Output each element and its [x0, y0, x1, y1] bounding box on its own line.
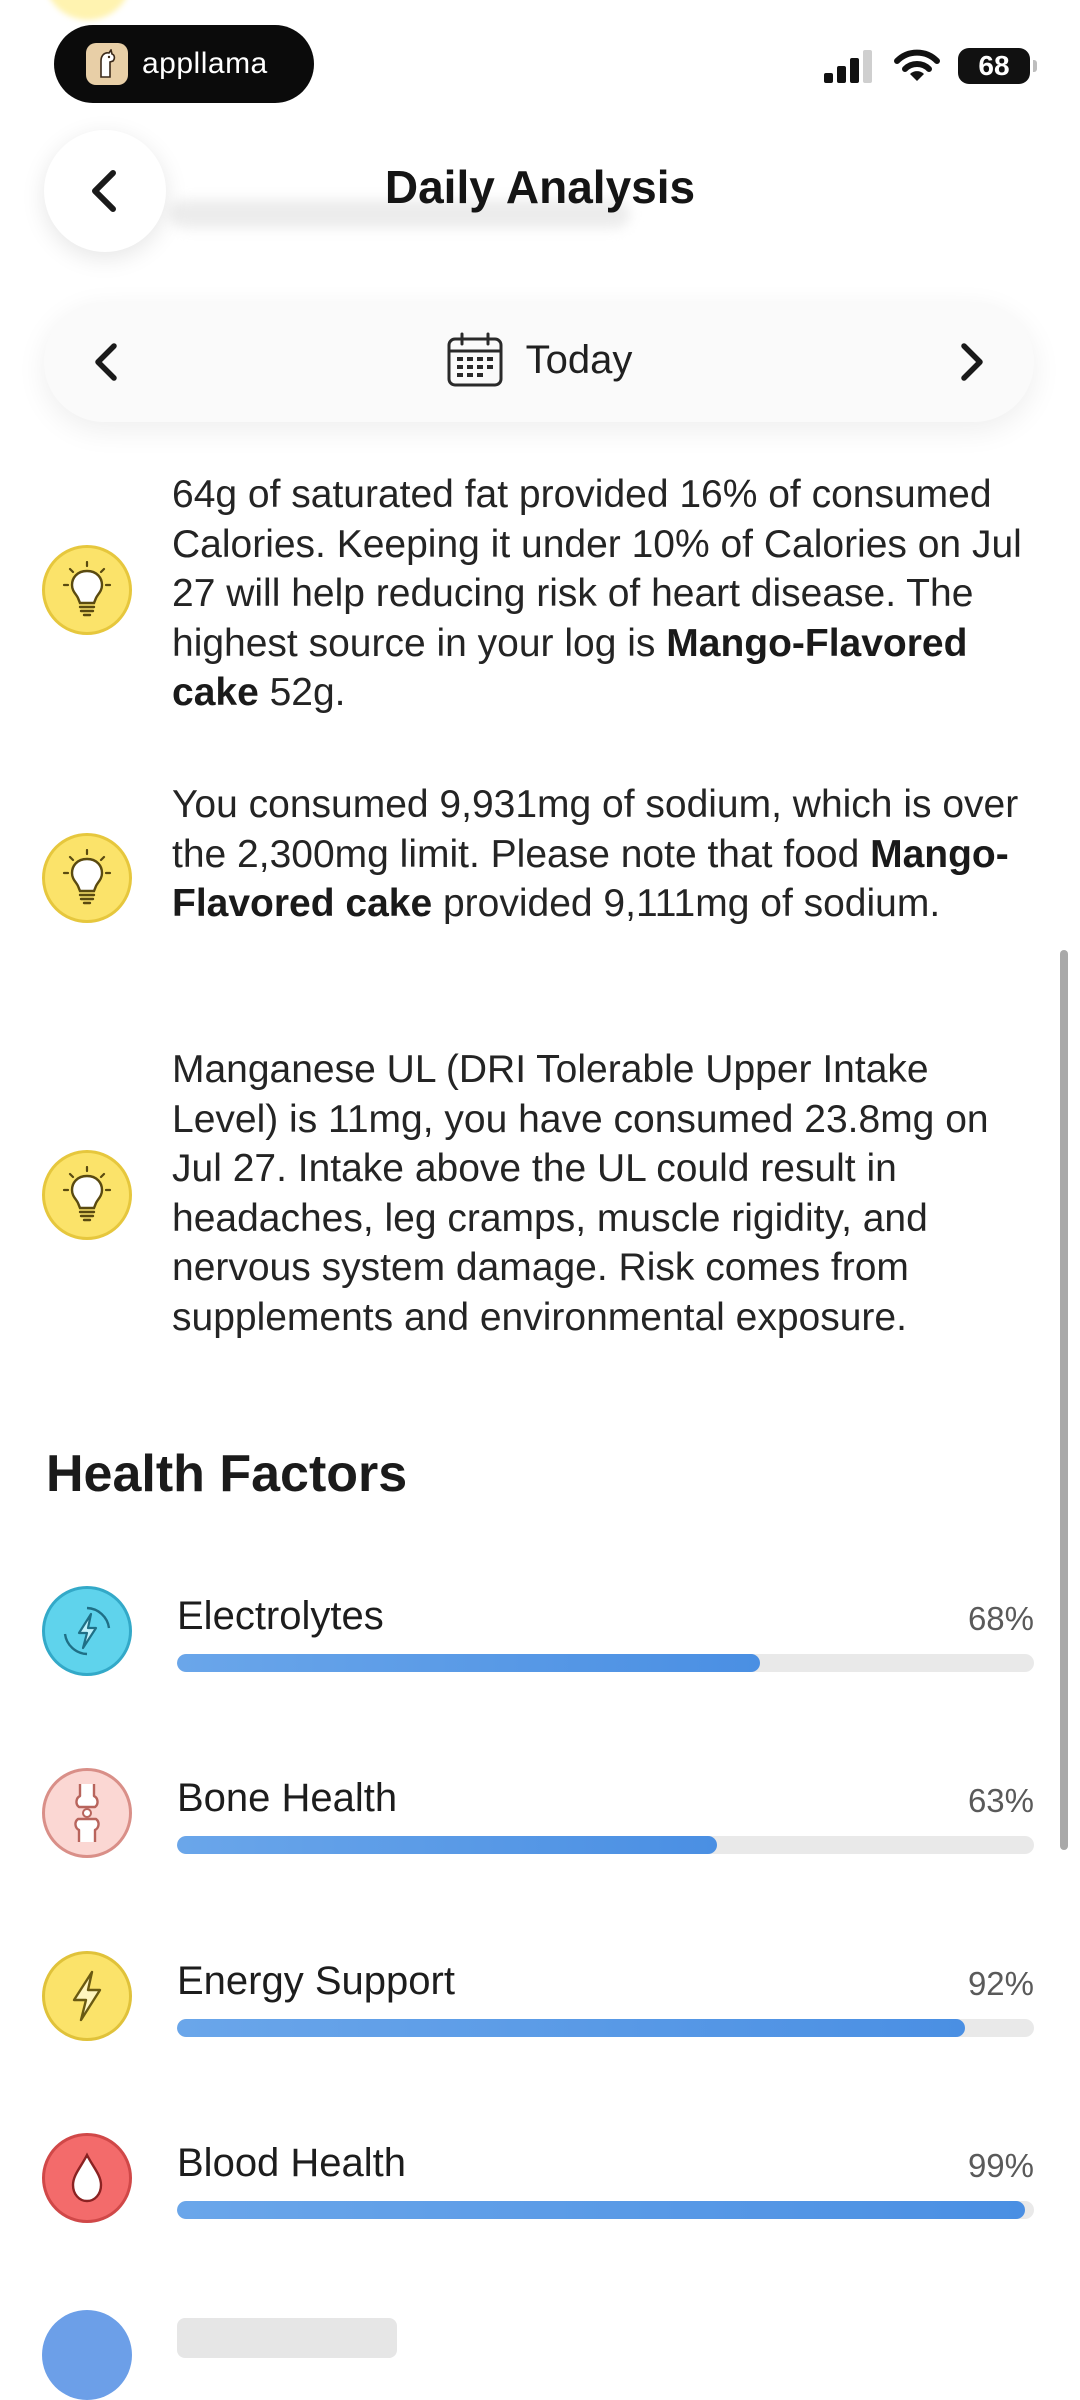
- progress-track: [177, 2019, 1034, 2037]
- next-day-button[interactable]: [946, 338, 994, 386]
- health-factor-energy-support[interactable]: Energy Support 92%: [0, 1951, 1080, 2071]
- date-label: Today: [525, 337, 633, 382]
- lightning-bolt-icon: [42, 1951, 132, 2041]
- calendar-icon: [447, 332, 503, 387]
- next-factor-icon: [42, 2310, 132, 2400]
- factor-name: Bone Health: [177, 1776, 398, 1820]
- progress-track: [177, 1654, 1034, 1672]
- factor-percent: 99%: [967, 2147, 1034, 2184]
- cellular-signal-icon: [824, 50, 872, 83]
- date-selector[interactable]: Today: [44, 332, 1034, 388]
- health-factors-title: Health Factors: [46, 1445, 408, 1503]
- progress-fill: [177, 2201, 1026, 2219]
- lightbulb-icon: [42, 833, 132, 923]
- lightbulb-icon: [42, 1150, 132, 1240]
- next-factor-name-placeholder: [177, 2318, 397, 2358]
- app-name: appllama: [142, 47, 268, 80]
- date-navigator: Today: [44, 302, 1034, 422]
- app-brand-pill: appllama: [54, 25, 314, 103]
- llama-logo-icon: [86, 43, 128, 85]
- wifi-icon: [894, 49, 940, 81]
- insight-text: Manganese UL (DRI Tolerable Upper Intake…: [172, 1048, 989, 1339]
- health-factor-electrolytes[interactable]: Electrolytes 68%: [0, 1586, 1080, 1706]
- progress-fill: [177, 1836, 717, 1854]
- battery-level: 68: [978, 50, 1010, 81]
- battery-indicator: 68: [958, 48, 1037, 84]
- progress-fill: [177, 2019, 966, 2037]
- page-title: Daily Analysis: [384, 161, 696, 213]
- insight-text: You consumed 9,931mg of sodium, which is…: [172, 783, 1019, 925]
- health-factor-bone-health[interactable]: Bone Health 63%: [0, 1768, 1080, 1888]
- blood-drop-icon: [42, 2133, 132, 2223]
- factor-percent: 92%: [967, 1965, 1034, 2002]
- factor-percent: 68%: [967, 1600, 1034, 1637]
- status-bar: appllama 68: [0, 0, 1080, 110]
- factor-name: Blood Health: [177, 2141, 407, 2185]
- factor-name: Electrolytes: [177, 1594, 384, 1638]
- factor-name: Energy Support: [177, 1959, 455, 2003]
- insight-text: 64g of saturated fat provided 16% of con…: [172, 473, 1022, 714]
- progress-track: [177, 1836, 1034, 1854]
- progress-track: [177, 2201, 1034, 2219]
- progress-fill: [177, 1654, 760, 1672]
- lightning-cycle-icon: [42, 1586, 132, 1676]
- lightbulb-icon: [42, 545, 132, 635]
- bone-joint-icon: [42, 1768, 132, 1858]
- health-factor-blood-health[interactable]: Blood Health 99%: [0, 2133, 1080, 2253]
- vertical-scrollbar[interactable]: [1060, 950, 1068, 1850]
- chevron-right-icon: [961, 343, 983, 381]
- factor-percent: 63%: [967, 1782, 1034, 1819]
